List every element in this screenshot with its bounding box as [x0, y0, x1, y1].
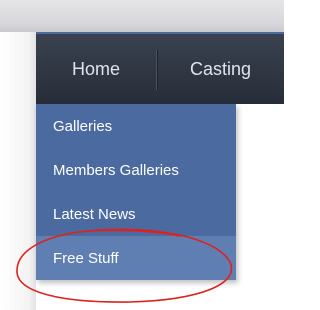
dropdown-item-free-stuff[interactable]: Free Stuff [36, 236, 236, 280]
dropdown-menu: Galleries Members Galleries Latest News … [36, 104, 236, 280]
dropdown-item-galleries[interactable]: Galleries [36, 104, 236, 148]
main-navbar: Home Casting [36, 32, 284, 104]
dropdown-item-latest-news[interactable]: Latest News [36, 192, 236, 236]
dropdown-item-members-galleries[interactable]: Members Galleries [36, 148, 236, 192]
nav-item-home[interactable]: Home [36, 34, 156, 104]
nav-item-casting[interactable]: Casting [158, 34, 284, 104]
page-top-background [0, 0, 284, 32]
page-side-background [0, 32, 36, 310]
